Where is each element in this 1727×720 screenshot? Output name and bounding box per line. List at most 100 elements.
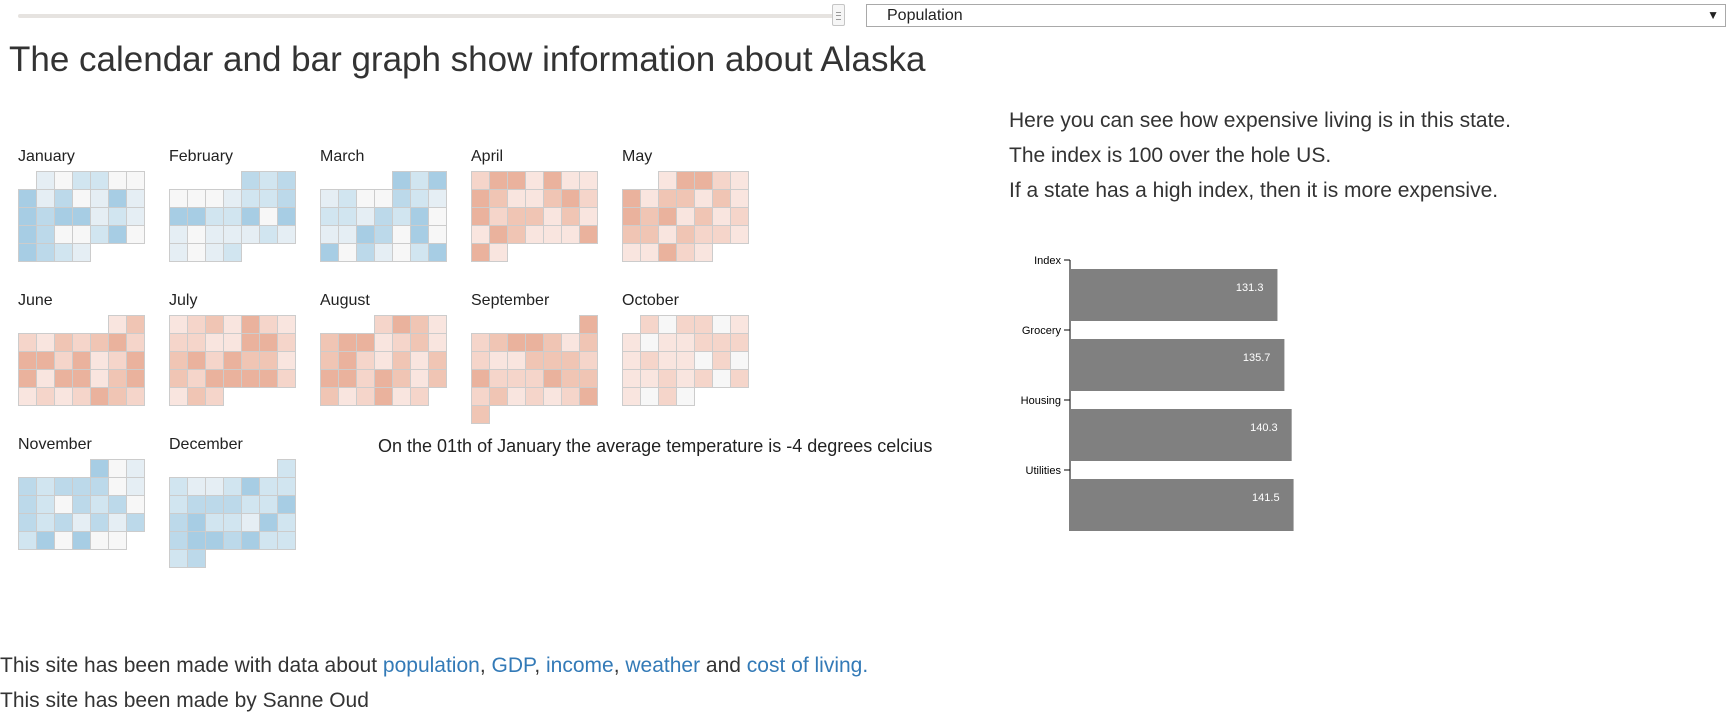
calendar-day-cell[interactable] <box>525 207 544 226</box>
calendar-day-cell[interactable] <box>108 207 127 226</box>
calendar-day-cell[interactable] <box>169 531 188 550</box>
calendar-day-cell[interactable] <box>18 369 37 388</box>
calendar-day-cell[interactable] <box>187 387 206 406</box>
calendar-day-cell[interactable] <box>410 225 429 244</box>
calendar-day-cell[interactable] <box>90 333 109 352</box>
calendar-day-cell[interactable] <box>205 333 224 352</box>
calendar-day-cell[interactable] <box>694 207 713 226</box>
calendar-day-cell[interactable] <box>223 351 242 370</box>
calendar-day-cell[interactable] <box>489 243 508 262</box>
calendar-day-cell[interactable] <box>223 207 242 226</box>
calendar-day-cell[interactable] <box>205 477 224 496</box>
calendar-day-cell[interactable] <box>561 225 580 244</box>
calendar-day-cell[interactable] <box>187 369 206 388</box>
calendar-day-cell[interactable] <box>730 207 749 226</box>
calendar-day-cell[interactable] <box>579 369 598 388</box>
calendar-day-cell[interactable] <box>205 495 224 514</box>
calendar-day-cell[interactable] <box>410 387 429 406</box>
bar[interactable] <box>1070 339 1285 391</box>
calendar-day-cell[interactable] <box>90 531 109 550</box>
calendar-day-cell[interactable] <box>489 369 508 388</box>
calendar-day-cell[interactable] <box>259 351 278 370</box>
calendar-day-cell[interactable] <box>525 333 544 352</box>
calendar-day-cell[interactable] <box>694 189 713 208</box>
calendar-day-cell[interactable] <box>36 243 55 262</box>
calendar-day-cell[interactable] <box>259 225 278 244</box>
calendar-day-cell[interactable] <box>36 207 55 226</box>
calendar-day-cell[interactable] <box>187 243 206 262</box>
calendar-day-cell[interactable] <box>126 351 145 370</box>
calendar-day-cell[interactable] <box>561 189 580 208</box>
calendar-day-cell[interactable] <box>392 207 411 226</box>
calendar-day-cell[interactable] <box>259 369 278 388</box>
calendar-day-cell[interactable] <box>622 243 641 262</box>
calendar-day-cell[interactable] <box>579 315 598 334</box>
calendar-day-cell[interactable] <box>18 207 37 226</box>
calendar-day-cell[interactable] <box>169 189 188 208</box>
calendar-day-cell[interactable] <box>169 351 188 370</box>
calendar-day-cell[interactable] <box>579 387 598 406</box>
calendar-day-cell[interactable] <box>507 171 526 190</box>
calendar-day-cell[interactable] <box>730 171 749 190</box>
calendar-day-cell[interactable] <box>471 171 490 190</box>
calendar-day-cell[interactable] <box>694 243 713 262</box>
calendar-day-cell[interactable] <box>471 243 490 262</box>
calendar-day-cell[interactable] <box>356 387 375 406</box>
calendar-day-cell[interactable] <box>187 513 206 532</box>
calendar-day-cell[interactable] <box>676 333 695 352</box>
calendar-day-cell[interactable] <box>561 171 580 190</box>
calendar-day-cell[interactable] <box>543 207 562 226</box>
calendar-day-cell[interactable] <box>277 513 296 532</box>
calendar-day-cell[interactable] <box>471 405 490 424</box>
calendar-day-cell[interactable] <box>658 243 677 262</box>
calendar-day-cell[interactable] <box>277 351 296 370</box>
calendar-day-cell[interactable] <box>410 207 429 226</box>
calendar-day-cell[interactable] <box>640 387 659 406</box>
calendar-day-cell[interactable] <box>54 477 73 496</box>
calendar-day-cell[interactable] <box>658 369 677 388</box>
calendar-day-cell[interactable] <box>694 171 713 190</box>
calendar-day-cell[interactable] <box>18 387 37 406</box>
calendar-day-cell[interactable] <box>223 477 242 496</box>
calendar-day-cell[interactable] <box>712 225 731 244</box>
calendar-day-cell[interactable] <box>90 459 109 478</box>
calendar-day-cell[interactable] <box>471 333 490 352</box>
calendar-day-cell[interactable] <box>374 189 393 208</box>
calendar-day-cell[interactable] <box>471 387 490 406</box>
calendar-day-cell[interactable] <box>525 369 544 388</box>
calendar-day-cell[interactable] <box>223 189 242 208</box>
calendar-day-cell[interactable] <box>489 189 508 208</box>
calendar-day-cell[interactable] <box>338 333 357 352</box>
calendar-day-cell[interactable] <box>525 387 544 406</box>
calendar-day-cell[interactable] <box>320 189 339 208</box>
calendar-day-cell[interactable] <box>169 477 188 496</box>
calendar-day-cell[interactable] <box>108 477 127 496</box>
calendar-day-cell[interactable] <box>223 495 242 514</box>
calendar-day-cell[interactable] <box>169 495 188 514</box>
calendar-day-cell[interactable] <box>126 333 145 352</box>
calendar-day-cell[interactable] <box>72 189 91 208</box>
calendar-day-cell[interactable] <box>36 225 55 244</box>
calendar-day-cell[interactable] <box>730 369 749 388</box>
bar[interactable] <box>1070 269 1278 321</box>
calendar-day-cell[interactable] <box>169 513 188 532</box>
calendar-day-cell[interactable] <box>187 549 206 568</box>
calendar-day-cell[interactable] <box>561 387 580 406</box>
calendar-day-cell[interactable] <box>338 387 357 406</box>
calendar-day-cell[interactable] <box>126 387 145 406</box>
calendar-day-cell[interactable] <box>579 351 598 370</box>
calendar-day-cell[interactable] <box>241 351 260 370</box>
calendar-day-cell[interactable] <box>223 243 242 262</box>
calendar-day-cell[interactable] <box>277 207 296 226</box>
calendar-day-cell[interactable] <box>205 369 224 388</box>
calendar-day-cell[interactable] <box>187 315 206 334</box>
calendar-day-cell[interactable] <box>622 225 641 244</box>
calendar-day-cell[interactable] <box>392 351 411 370</box>
slider-handle[interactable] <box>832 4 845 26</box>
calendar-day-cell[interactable] <box>72 495 91 514</box>
calendar-day-cell[interactable] <box>640 333 659 352</box>
calendar-day-cell[interactable] <box>543 369 562 388</box>
calendar-day-cell[interactable] <box>205 315 224 334</box>
calendar-day-cell[interactable] <box>187 225 206 244</box>
calendar-day-cell[interactable] <box>694 225 713 244</box>
